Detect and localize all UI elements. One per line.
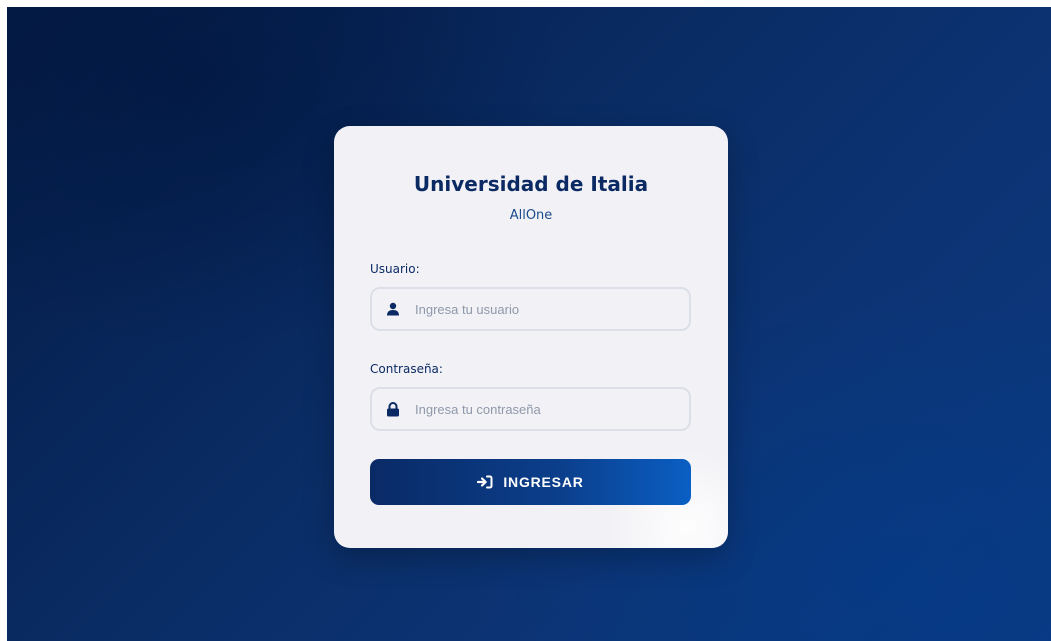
sign-in-icon <box>477 475 493 489</box>
password-label: Contraseña: <box>370 362 443 376</box>
username-input[interactable] <box>415 301 675 317</box>
password-field[interactable] <box>370 387 691 431</box>
university-title: Universidad de Italia <box>413 172 649 196</box>
username-field[interactable] <box>370 287 691 331</box>
login-page-background: Universidad de Italia AllOne Usuario: Co… <box>7 7 1051 641</box>
login-submit-button[interactable]: INGRESAR <box>370 459 691 505</box>
login-card: Universidad de Italia AllOne Usuario: Co… <box>334 126 728 548</box>
lock-icon <box>385 401 401 417</box>
username-label: Usuario: <box>370 262 420 276</box>
user-icon <box>385 301 401 317</box>
app-subtitle: AllOne <box>509 208 553 223</box>
password-input[interactable] <box>415 401 675 417</box>
login-submit-label: INGRESAR <box>503 474 584 490</box>
